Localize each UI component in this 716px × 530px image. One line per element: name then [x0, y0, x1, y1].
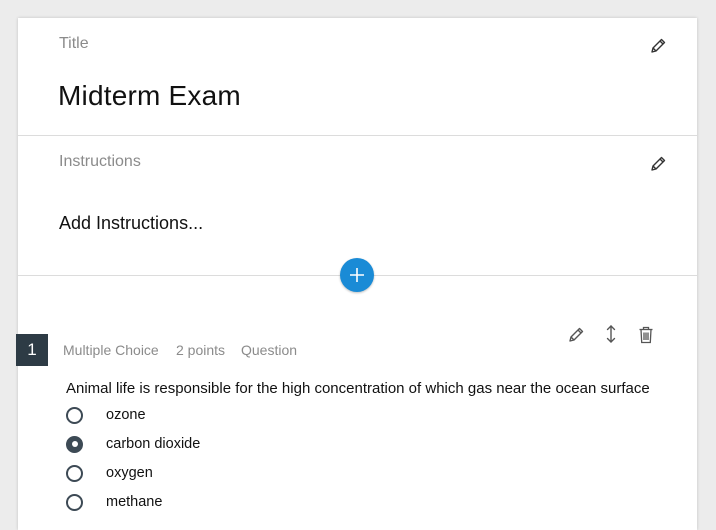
choice-ozone[interactable]: ozone [66, 404, 146, 426]
choice-label: methane [106, 494, 163, 510]
question-type: Multiple Choice [63, 342, 159, 358]
trash-icon [639, 326, 653, 344]
choice-radio[interactable] [66, 493, 83, 511]
question-kind: Question [241, 342, 298, 358]
up-down-arrow-icon [606, 325, 616, 343]
choice-oxygen[interactable]: oxygen [66, 462, 153, 484]
edit-title-button[interactable] [646, 34, 670, 58]
edit-instructions-button[interactable] [646, 152, 670, 176]
pencil-icon [569, 327, 584, 342]
question-text: Animal life is responsible for the high … [66, 380, 650, 397]
add-item-button[interactable] [340, 258, 374, 292]
title-label: Title [59, 35, 89, 52]
instructions-placeholder[interactable]: Add Instructions... [59, 213, 203, 234]
instructions-label: Instructions [59, 153, 141, 170]
choice-radio-selected[interactable] [66, 435, 83, 453]
pencil-icon [651, 38, 666, 53]
choice-carbon-dioxide[interactable]: carbon dioxide [66, 433, 200, 455]
title-section: Title Midterm Exam [18, 18, 697, 136]
choice-label: oxygen [106, 465, 153, 481]
question-number-badge: 1 [16, 334, 48, 366]
choice-label: carbon dioxide [106, 436, 201, 452]
plus-icon [350, 268, 364, 282]
quiz-title: Midterm Exam [58, 80, 241, 111]
edit-question-button[interactable] [564, 323, 588, 347]
question-points: 2 points [176, 342, 226, 358]
quiz-editor-card: Title Midterm Exam Instructions Add Inst… [16, 18, 697, 530]
choice-radio[interactable] [66, 406, 83, 424]
choice-methane[interactable]: methane [66, 491, 162, 513]
choice-label: ozone [106, 407, 146, 423]
pencil-icon [651, 156, 666, 171]
reorder-question-button[interactable] [599, 322, 623, 346]
choice-radio[interactable] [66, 464, 83, 482]
delete-question-button[interactable] [634, 323, 658, 347]
instructions-section: Instructions Add Instructions... [18, 136, 697, 276]
